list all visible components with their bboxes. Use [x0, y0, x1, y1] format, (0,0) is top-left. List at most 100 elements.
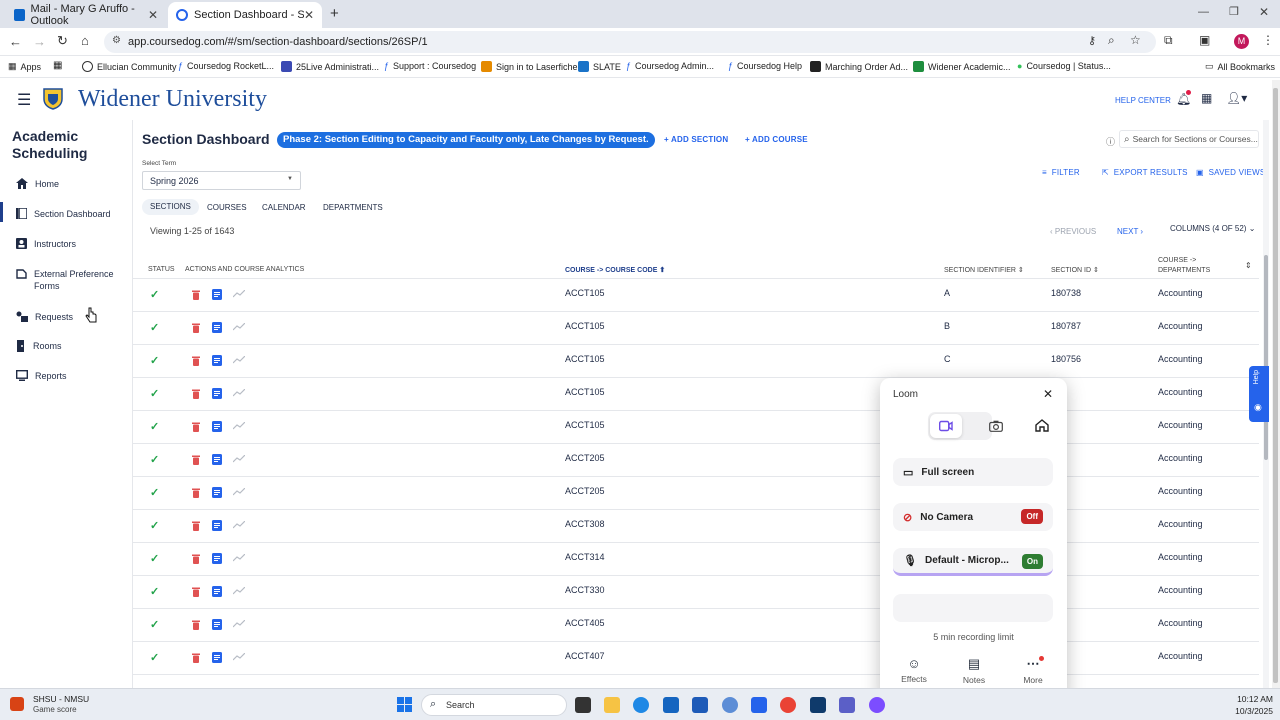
next-button[interactable]: NEXT › [1117, 227, 1143, 236]
store-icon[interactable] [751, 697, 767, 713]
microphone-toggle[interactable]: On [1021, 554, 1043, 569]
camera-toggle[interactable]: Off [1021, 509, 1043, 524]
home-icon[interactable] [1035, 419, 1049, 432]
analytics-icon[interactable] [233, 323, 245, 331]
document-icon[interactable] [212, 553, 222, 564]
trash-icon[interactable] [192, 653, 200, 663]
extensions-icon[interactable]: ⧉ [1164, 33, 1173, 48]
more-button[interactable]: ⋯ More [1019, 656, 1047, 685]
document-icon[interactable] [212, 520, 222, 531]
previous-button[interactable]: ‹ PREVIOUS [1050, 227, 1096, 236]
close-window-icon[interactable]: ✕ [1259, 5, 1269, 19]
profile-avatar[interactable]: M [1234, 34, 1249, 49]
sidebar-item-rooms[interactable]: Rooms [16, 340, 62, 352]
bookmark-widener-academic[interactable]: Widener Academic... [913, 61, 1011, 72]
analytics-icon[interactable] [233, 422, 245, 430]
trash-icon[interactable] [192, 422, 200, 432]
hamburger-icon[interactable]: ☰ [17, 90, 31, 110]
widget-title[interactable]: SHSU - NMSU [33, 694, 89, 704]
analytics-icon[interactable] [233, 455, 245, 463]
word-icon[interactable] [692, 697, 708, 713]
terminal-icon[interactable] [810, 697, 826, 713]
header-course-code[interactable]: COURSE -> COURSE CODE ⬆ [565, 266, 665, 274]
analytics-icon[interactable] [233, 290, 245, 298]
sidebar-item-section-dashboard[interactable]: Section Dashboard [0, 202, 111, 222]
video-mode-button[interactable] [930, 414, 962, 438]
document-icon[interactable] [212, 454, 222, 465]
table-row[interactable]: ✓ ACCT105 B 180787 Accounting [133, 312, 1259, 345]
restore-icon[interactable]: ❐ [1229, 5, 1239, 18]
bookmark-support[interactable]: ƒ Support : Coursedog [384, 61, 476, 71]
url-field[interactable]: ⚙ app.coursedog.com/#/sm/section-dashboa… [104, 31, 1156, 53]
section-id-cell[interactable]: 180756 [1051, 354, 1081, 364]
document-icon[interactable] [212, 322, 222, 333]
task-view-icon[interactable] [575, 697, 591, 713]
table-row[interactable]: ✓ ACCT105 C 180756 Accounting [133, 345, 1259, 378]
analytics-icon[interactable] [233, 521, 245, 529]
camera-option[interactable]: ⊘ No Camera Off [893, 503, 1053, 531]
scrollbar-thumb[interactable] [1264, 255, 1268, 460]
trash-icon[interactable] [192, 455, 200, 465]
analytics-icon[interactable] [233, 488, 245, 496]
forward-icon[interactable]: → [33, 34, 46, 49]
info-icon[interactable]: ⓘ [1106, 135, 1115, 148]
header-section-id[interactable]: SECTION ID ⇕ [1051, 266, 1099, 274]
taskbar-search[interactable]: ⌕ Search [421, 694, 567, 716]
document-icon[interactable] [212, 421, 222, 432]
course-code-cell[interactable]: ACCT105 [565, 420, 605, 430]
columns-button[interactable]: COLUMNS (4 OF 52) ⌄ [1170, 224, 1255, 233]
document-icon[interactable] [212, 652, 222, 663]
course-code-cell[interactable]: ACCT105 [565, 288, 605, 298]
trash-icon[interactable] [192, 290, 200, 300]
grid-icon[interactable]: ▦ [53, 60, 62, 71]
security-icon[interactable] [663, 697, 679, 713]
effects-button[interactable]: ☺ Effects [900, 656, 928, 684]
section-id-cell[interactable]: 180787 [1051, 321, 1081, 331]
add-section-button[interactable]: + ADD SECTION [664, 135, 728, 144]
bookmark-laserfiche[interactable]: Sign in to Laserfiche [481, 61, 578, 72]
header-status[interactable]: STATUS [148, 266, 175, 273]
key-icon[interactable]: ⚷ [1088, 34, 1096, 47]
table-row[interactable]: ✓ACCT407708Accounting [133, 642, 1259, 675]
table-row[interactable]: ✓ACCT205841Accounting [133, 477, 1259, 510]
microphone-option[interactable]: 🎙︎ Default - Microp... On [893, 548, 1053, 576]
page-scrollbar[interactable] [1272, 80, 1280, 688]
analytics-icon[interactable] [233, 356, 245, 364]
page-scrollbar-thumb[interactable] [1273, 88, 1278, 683]
media-icon[interactable]: ▣ [1199, 33, 1210, 47]
minimize-icon[interactable]: — [1198, 6, 1209, 18]
chrome-icon[interactable] [780, 697, 796, 713]
course-code-cell[interactable]: ACCT330 [565, 585, 605, 595]
section-id-cell[interactable]: 180738 [1051, 288, 1081, 298]
document-icon[interactable] [212, 388, 222, 399]
header-departments[interactable]: COURSE -> DEPARTMENTS [1158, 256, 1210, 276]
bookmark-coursedog-admin[interactable]: ƒ Coursedog Admin... [626, 61, 714, 71]
table-row[interactable]: ✓ACCT330899Accounting [133, 576, 1259, 609]
start-recording-button[interactable] [893, 594, 1053, 622]
table-row[interactable]: ✓ACCT405908Accounting [133, 609, 1259, 642]
bookmark-25live[interactable]: 25Live Administrati... [281, 61, 379, 72]
export-results-button[interactable]: ⇱ EXPORT RESULTS [1102, 168, 1188, 177]
clock-time[interactable]: 10:12 AM [1205, 694, 1273, 704]
bookmark-ellucian[interactable]: Ellucian Community [82, 61, 177, 72]
course-code-cell[interactable]: ACCT105 [565, 387, 605, 397]
course-code-cell[interactable]: ACCT105 [565, 354, 605, 364]
home-browser-icon[interactable]: ⌂ [81, 33, 89, 48]
trash-icon[interactable] [192, 323, 200, 333]
trash-icon[interactable] [192, 620, 200, 630]
table-row[interactable]: ✓ACCT105810Accounting [133, 411, 1259, 444]
new-tab-icon[interactable]: + [330, 5, 339, 22]
tab-sections[interactable]: SECTIONS [142, 199, 199, 215]
table-row[interactable]: ✓ACCT205829Accounting [133, 444, 1259, 477]
bookmark-coursedog-rocket[interactable]: ƒ Coursedog RocketL... [178, 61, 274, 71]
clock-date[interactable]: 10/3/2025 [1205, 706, 1273, 716]
add-course-button[interactable]: + ADD COURSE [745, 135, 808, 144]
bookmark-marching-order[interactable]: Marching Order Ad... [810, 61, 908, 72]
tab-section-dashboard[interactable]: Section Dashboard - Sections · ✕ [168, 2, 322, 28]
user-menu-icon[interactable]: 👤︎▾ [1226, 91, 1247, 105]
bookmark-apps[interactable]: ▦ Apps [8, 61, 41, 72]
analytics-icon[interactable] [233, 653, 245, 661]
document-icon[interactable] [212, 289, 222, 300]
reload-icon[interactable]: ↻ [57, 33, 68, 49]
course-code-cell[interactable]: ACCT405 [565, 618, 605, 628]
